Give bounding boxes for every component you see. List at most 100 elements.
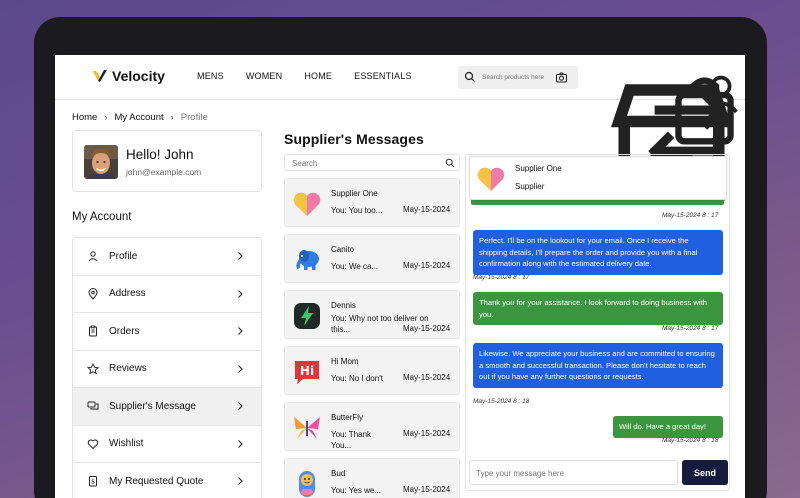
message-bubble-you: Thank you for your assistance. I look fo… [473,292,723,325]
profile-greeting: Hello! John [126,147,194,162]
breadcrumb: Home › My Account › Profile [72,112,208,123]
message-timestamp: May-15-2024 8 : 18 [662,437,719,444]
profile-card: Hello! John john@example.com [72,130,262,192]
conversation-name: Canito [331,245,355,254]
search-icon[interactable] [445,158,455,168]
chevron-right-icon [238,289,243,298]
page-title: Supplier's Messages [284,131,424,147]
menu-item-label: Supplier's Message [109,400,196,412]
conversation-date: May-15-2024 [403,324,451,333]
brand-logo[interactable]: Velocity [92,68,165,84]
menu-item-suppliers-message[interactable]: Supplier's Message [73,388,261,426]
nav-mens[interactable]: MENS [197,71,224,81]
chevron-right-icon [238,477,243,486]
conversation-date: May-15-2024 [403,261,451,270]
account-menu-title: My Account [72,211,132,223]
breadcrumb-account[interactable]: My Account [115,112,164,123]
breadcrumb-current: Profile [180,112,208,123]
menu-item-label: Reviews [109,363,147,375]
brand-name: Velocity [112,68,165,84]
chat-panel: Supplier One Supplier May-15-2024 8 : 17… [465,154,730,491]
message-input-box [469,460,678,485]
heart-logo-icon [293,192,321,216]
conversation-list: Supplier One You: You too... May-15-2024… [284,178,460,498]
conversation-item[interactable]: Supplier One You: You too... May-15-2024 [284,178,460,227]
message-bubble-supplier: Likewise. We appreciate your business an… [473,343,723,388]
chat-contact-role: Supplier [515,182,545,191]
camera-icon[interactable] [555,71,568,84]
site-header: Velocity MENS WOMEN HOME ESSENTIALS [55,55,745,201]
quote-icon: $ [89,476,97,487]
chevron-right-icon [238,252,243,261]
menu-item-label: Orders [109,325,140,337]
message-timestamp: May-15-2024 8 : 17 [662,325,719,332]
profile-photo [84,145,118,179]
butterfly-logo-icon [294,417,320,439]
conversation-name: ButterFly [331,413,364,422]
menu-item-label: Wishlist [109,438,144,450]
chevron-right-icon [238,439,243,448]
app-screen: Velocity MENS WOMEN HOME ESSENTIALS Home… [55,55,745,498]
message-input[interactable] [476,467,666,479]
message-timestamp: May-15-2024 8 : 17 [473,274,530,281]
menu-item-address[interactable]: Address [73,276,261,313]
user-icon[interactable] [697,69,745,117]
conversation-preview: You: Thank You... [331,430,372,450]
elephant-logo-icon [296,250,319,270]
account-menu: Profile Address Orders Reviews Supplier'… [72,237,262,498]
star-icon [87,362,99,375]
chevron-right-icon [238,402,243,411]
menu-item-requested-quote[interactable]: $ My Requested Quote [73,463,261,498]
header-search-input[interactable] [482,70,552,85]
conversation-date: May-15-2024 [403,373,451,382]
location-icon [88,287,98,300]
heart-logo-icon [477,167,505,191]
conversation-item[interactable]: Dennis You: Why not too deliver on this.… [284,290,460,339]
bud-logo-icon [299,471,315,497]
conversation-search-input[interactable] [292,157,432,169]
menu-item-label: Address [109,288,146,300]
message-timestamp: May-15-2024 8 : 18 [473,398,530,405]
menu-item-label: Profile [109,250,138,262]
conversation-preview: You: Yes we... [331,486,381,495]
user-icon [88,251,98,262]
main-nav: MENS WOMEN HOME ESSENTIALS [197,71,434,81]
menu-item-reviews[interactable]: Reviews [73,351,261,388]
velocity-logo-icon [93,70,107,82]
chevron-right-icon: › [170,112,174,123]
conversation-name: Bud [331,469,346,478]
message-timestamp: May-15-2024 8 : 17 [662,212,719,219]
bolt-logo-icon [294,303,320,329]
send-button[interactable]: Send [682,460,728,485]
chevron-right-icon: › [104,112,108,123]
menu-item-orders[interactable]: Orders [73,313,261,351]
svg-text:$: $ [91,479,95,486]
conversation-preview: You: We ca... [331,262,379,271]
breadcrumb-home[interactable]: Home [72,112,97,123]
nav-essentials[interactable]: ESSENTIALS [354,71,412,81]
nav-women[interactable]: WOMEN [246,71,283,81]
header-search [458,66,578,89]
conversation-name: Dennis [331,301,356,310]
conversation-item[interactable]: Bud You: Yes we... May-15-2024 [284,458,460,498]
search-icon[interactable] [464,71,476,83]
conversation-name: Supplier One [331,189,378,198]
clipboard-icon [89,325,97,337]
conversation-date: May-15-2024 [403,429,451,438]
chevron-right-icon [238,327,243,336]
menu-item-wishlist[interactable]: Wishlist [73,426,261,463]
chat-icon [87,401,99,410]
conversation-name: Hi Mom [331,357,359,366]
conversation-item[interactable]: Canito You: We ca... May-15-2024 [284,234,460,283]
chat-contact-name: Supplier One [515,164,562,173]
conversation-preview: You: No I don't [331,374,383,383]
conversation-item[interactable]: ButterFly You: Thank You... May-15-2024 [284,402,460,451]
conversation-item[interactable]: Hi Hi Mom You: No I don't May-15-2024 [284,346,460,395]
hi-bubble-logo-icon: Hi [295,361,319,384]
menu-item-profile[interactable]: Profile [73,238,261,276]
avatar [84,145,118,179]
chat-header: Supplier One Supplier [469,156,727,200]
conversation-preview: You: You too... [331,206,383,215]
nav-home[interactable]: HOME [304,71,332,81]
conversation-date: May-15-2024 [403,485,451,494]
